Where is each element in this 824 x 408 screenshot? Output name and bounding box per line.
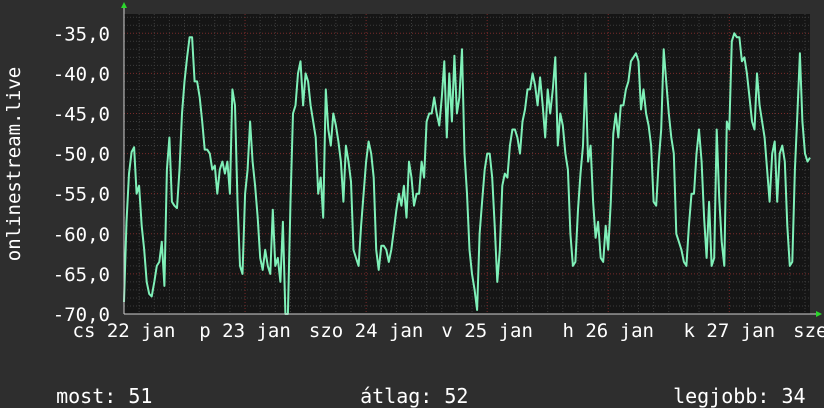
x-tick-label: szo 24 jan xyxy=(309,320,423,342)
footer-best: legjobb: 34 xyxy=(649,360,806,408)
current-value: 51 xyxy=(128,384,153,408)
average-label: átlag: xyxy=(360,384,433,408)
x-tick-label: p 23 jan xyxy=(199,320,291,342)
current-label: most: xyxy=(56,384,117,408)
y-tick-label: -65,0 xyxy=(53,264,110,286)
x-tick-label: v 25 jan xyxy=(441,320,533,342)
y-tick-label: -50,0 xyxy=(53,144,110,166)
y-tick-label: -40,0 xyxy=(53,63,110,85)
y-tick-label: -45,0 xyxy=(53,103,110,125)
y-tick-label: -55,0 xyxy=(53,184,110,206)
y-tick-label: -60,0 xyxy=(53,224,110,246)
x-tick-label: h 26 jan xyxy=(562,320,654,342)
y-axis-label: onlinestream.live xyxy=(3,67,25,261)
footer-current: most: 51 xyxy=(32,360,152,408)
best-label: legjobb: xyxy=(673,384,770,408)
best-value: 34 xyxy=(781,384,806,408)
line-chart: cs 22 jan p 23 jan szo 24 jan v 25 jan h 26 … xyxy=(0,0,824,402)
x-tick-label: sze 28 jan xyxy=(793,320,824,342)
x-tick-label: k 27 jan xyxy=(684,320,776,342)
y-tick-label: -70,0 xyxy=(53,304,110,326)
footer-average: átlag: 52 xyxy=(336,360,468,408)
y-tick-label: -35,0 xyxy=(53,23,110,45)
average-value: 52 xyxy=(444,384,469,408)
